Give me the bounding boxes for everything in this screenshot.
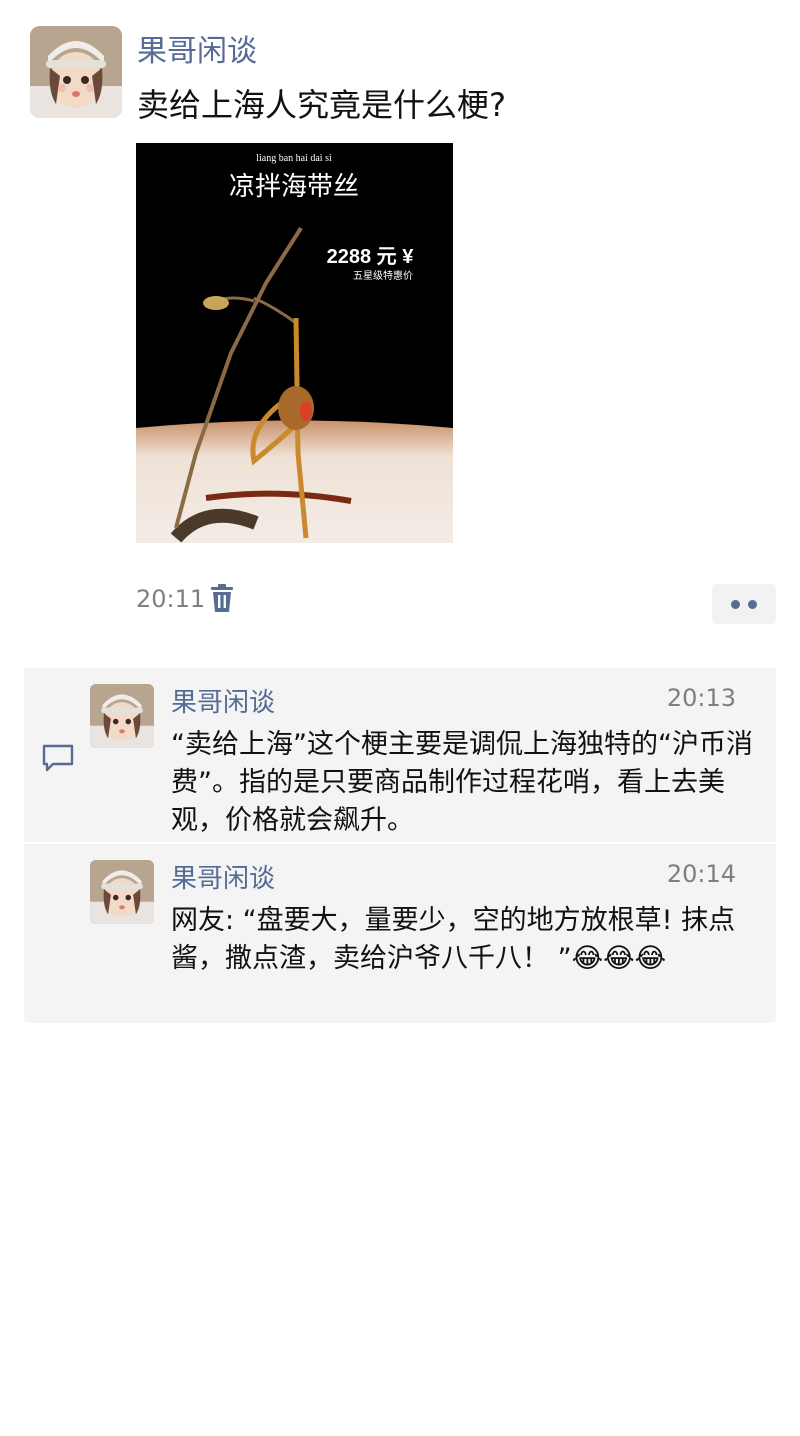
comment-time: 20:13 xyxy=(666,684,736,712)
more-dots-icon xyxy=(731,600,740,609)
image-price-note: 五星级特惠价 xyxy=(353,269,413,282)
comment-author[interactable]: 果哥闲谈 xyxy=(171,682,275,719)
avatar-image xyxy=(30,26,122,118)
image-price: 2288 元 ¥ xyxy=(327,246,415,268)
trash-icon[interactable] xyxy=(209,584,235,614)
more-dot xyxy=(748,600,757,609)
comment-text: “卖给上海”这个梗主要是调侃上海独特的“沪币消费”。指的是只要商品制作过程花哨，… xyxy=(171,729,753,836)
comment-text: 网友: “盘要大，量要少，空的地方放根草! 抹点酱，撒点渣，卖给沪爷八千八！ ”… xyxy=(171,905,736,974)
more-button[interactable] xyxy=(712,584,776,624)
post-text: 卖给上海人究竟是什么梗? xyxy=(137,86,506,124)
post-author-name[interactable]: 果哥闲谈 xyxy=(137,26,257,70)
comment-item[interactable]: 果哥闲谈 20:14 网友: “盘要大，量要少，空的地方放根草! 抹点酱，撒点渣… xyxy=(24,844,776,1023)
image-pinyin: liang ban hai dai si xyxy=(256,153,332,164)
comments-section: 果哥闲谈 20:13 “卖给上海”这个梗主要是调侃上海独特的“沪币消费”。指的是… xyxy=(24,668,776,1023)
comment-item[interactable]: 果哥闲谈 20:13 “卖给上海”这个梗主要是调侃上海独特的“沪币消费”。指的是… xyxy=(24,668,776,842)
comment-time: 20:14 xyxy=(666,860,736,888)
post-image[interactable]: liang ban hai dai si 凉拌海带丝 2288 元 ¥ 五星级特… xyxy=(136,143,453,543)
image-title: 凉拌海带丝 xyxy=(229,172,359,202)
post-time: 20:11 xyxy=(136,585,206,613)
comment-avatar[interactable] xyxy=(90,860,154,924)
post-avatar[interactable] xyxy=(30,26,122,118)
comment-author[interactable]: 果哥闲谈 xyxy=(171,858,275,895)
comment-avatar[interactable] xyxy=(90,684,154,748)
